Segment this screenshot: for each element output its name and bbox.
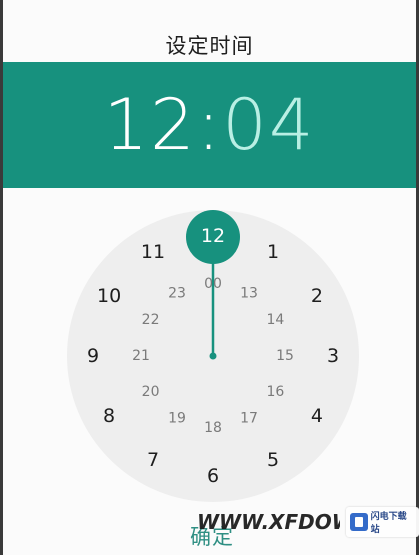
hour-outer-6[interactable]: 6: [207, 465, 219, 487]
hour-inner-16[interactable]: 16: [266, 384, 284, 400]
hour-outer-1[interactable]: 1: [267, 241, 279, 263]
xfdown-logo-icon: [349, 513, 368, 531]
clock-dial[interactable]: 121234567891011001314151617181920212223: [0, 0, 419, 555]
hour-outer-4[interactable]: 4: [311, 405, 323, 427]
hour-inner-15[interactable]: 15: [276, 348, 294, 364]
hour-outer-12[interactable]: 12: [201, 225, 225, 247]
hour-inner-00[interactable]: 00: [204, 276, 222, 292]
hour-inner-23[interactable]: 23: [168, 286, 186, 302]
hour-inner-22[interactable]: 22: [142, 312, 160, 328]
clock-hand-pivot: [209, 352, 217, 360]
watermark: WWW.XFDOWN 闪电下载站: [197, 506, 419, 538]
watermark-badge: 闪电下载站: [345, 507, 419, 537]
hour-inner-14[interactable]: 14: [266, 312, 284, 328]
hour-outer-11[interactable]: 11: [141, 241, 165, 263]
hour-inner-17[interactable]: 17: [240, 410, 258, 426]
time-picker-dialog: 设定时间 12:04 12 1 2 3 4 5 6 7 8 9 10 11 00 13 14 15 16 17 18…: [0, 0, 419, 555]
hour-inner-20[interactable]: 20: [142, 384, 160, 400]
hour-outer-8[interactable]: 8: [103, 405, 115, 427]
hour-inner-21[interactable]: 21: [132, 348, 150, 364]
hour-outer-10[interactable]: 10: [97, 285, 121, 307]
hour-outer-3[interactable]: 3: [327, 345, 339, 367]
hour-outer-7[interactable]: 7: [147, 449, 159, 471]
hour-outer-2[interactable]: 2: [311, 285, 323, 307]
hour-inner-18[interactable]: 18: [204, 420, 222, 436]
watermark-site-name: 闪电下载站: [370, 512, 407, 535]
watermark-text: WWW.XFDOWN: [197, 510, 340, 534]
hour-outer-5[interactable]: 5: [267, 449, 279, 471]
hour-inner-13[interactable]: 13: [240, 286, 258, 302]
hour-outer-9[interactable]: 9: [87, 345, 99, 367]
hour-inner-19[interactable]: 19: [168, 410, 186, 426]
